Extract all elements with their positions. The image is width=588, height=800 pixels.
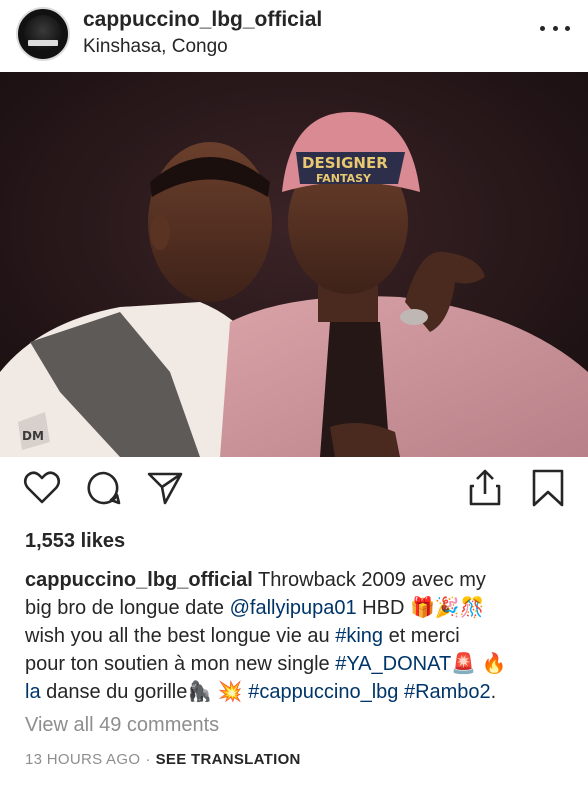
photo-illustration: DESIGNER FANTASY DM [0,72,588,457]
heart-icon[interactable] [22,468,62,508]
caption-hashtag[interactable]: #king [335,625,383,647]
bookmark-icon[interactable] [528,468,568,508]
caption-text: Throwback 2009 avec my [252,569,486,591]
more-dot [540,25,545,31]
post-header: cappuccino_lbg_official Kinshasa, Congo [0,0,588,72]
comment-bubble-icon[interactable] [84,468,124,508]
cap-print-text: DESIGNER [302,154,388,172]
caption-text: wish you all the best longue vie au [25,625,336,647]
caption-text: 🚨 🔥 [451,653,507,675]
avatar-badge [28,40,58,46]
caption-hashtag-continued[interactable]: la [25,681,41,703]
avatar-image [24,15,62,53]
likes-count[interactable]: 1,553 likes [25,530,125,553]
caption-hashtag[interactable]: #Rambo2 [404,681,491,703]
caption-line-5: la danse du gorille🦍 💥 #cappuccino_lbg #… [25,678,575,706]
caption-text: HBD 🎁🎉🎊 [356,597,485,619]
upload-share-icon[interactable] [465,468,505,508]
caption-text: pour ton soutien à mon new single [25,653,336,675]
shirt-logo: DM [22,429,44,443]
post-caption: cappuccino_lbg_official Throwback 2009 a… [25,566,575,706]
caption-text: big bro de longue date [25,597,230,619]
caption-text: et merci [383,625,460,647]
cap-print-text-2: FANTASY [316,172,372,185]
caption-line-2: big bro de longue date @fallyipupa01 HBD… [25,594,575,622]
more-dot [565,25,570,31]
view-comments-link[interactable]: View all 49 comments [25,714,219,737]
post-meta: 13 HOURS AGO · SEE TRANSLATION [25,751,301,768]
caption-line-3: wish you all the best longue vie au #kin… [25,622,575,650]
more-dot [552,25,558,31]
post-timestamp: 13 HOURS AGO [25,751,141,768]
caption-line-4: pour ton soutien à mon new single #YA_DO… [25,650,575,678]
post-photo[interactable]: DESIGNER FANTASY DM [0,72,588,457]
post-username[interactable]: cappuccino_lbg_official [83,8,322,32]
caption-text: . [490,681,497,703]
caption-mention[interactable]: @fallyipupa01 [230,597,357,619]
caption-hashtag[interactable]: #cappuccino_lbg [248,681,398,703]
meta-separator: · [145,751,151,768]
caption-hashtag[interactable]: #YA_DONAT [335,653,451,675]
see-translation-button[interactable]: SEE TRANSLATION [156,751,301,768]
paper-plane-icon[interactable] [145,468,185,508]
post-location[interactable]: Kinshasa, Congo [83,36,228,58]
profile-avatar[interactable] [16,7,70,61]
caption-line-1: cappuccino_lbg_official Throwback 2009 a… [25,566,575,594]
caption-text: danse du gorille🦍 💥 [40,681,249,703]
action-bar [0,468,588,516]
caption-username[interactable]: cappuccino_lbg_official [25,569,253,591]
more-options-icon[interactable] [540,16,570,40]
